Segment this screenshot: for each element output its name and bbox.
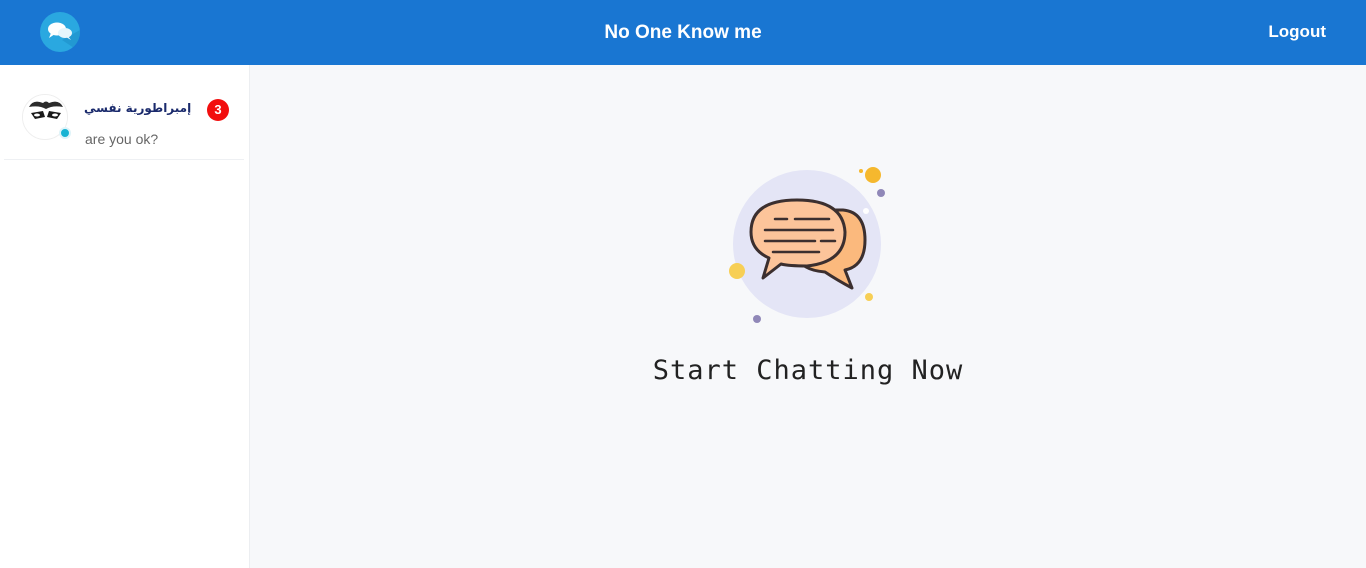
online-status-dot: [59, 127, 71, 139]
chat-list-sidebar: إمبراطورية نفسي are you ok? 3: [0, 65, 250, 568]
chat-bubbles-icon[interactable]: [40, 12, 80, 52]
unread-badge: 3: [207, 99, 229, 121]
app-title: No One Know me: [604, 22, 762, 43]
chat-list-item[interactable]: إمبراطورية نفسي are you ok? 3: [4, 85, 244, 160]
logout-button[interactable]: Logout: [1268, 20, 1326, 44]
empty-state-text: Start Chatting Now: [652, 355, 964, 386]
contact-name: إمبراطورية نفسي: [84, 101, 192, 115]
chat-main-area: Start Chatting Now: [250, 65, 1366, 568]
last-message: are you ok?: [85, 131, 159, 147]
top-navbar: No One Know me Logout: [0, 0, 1366, 65]
chat-bubbles-illustration-icon: [725, 162, 895, 337]
